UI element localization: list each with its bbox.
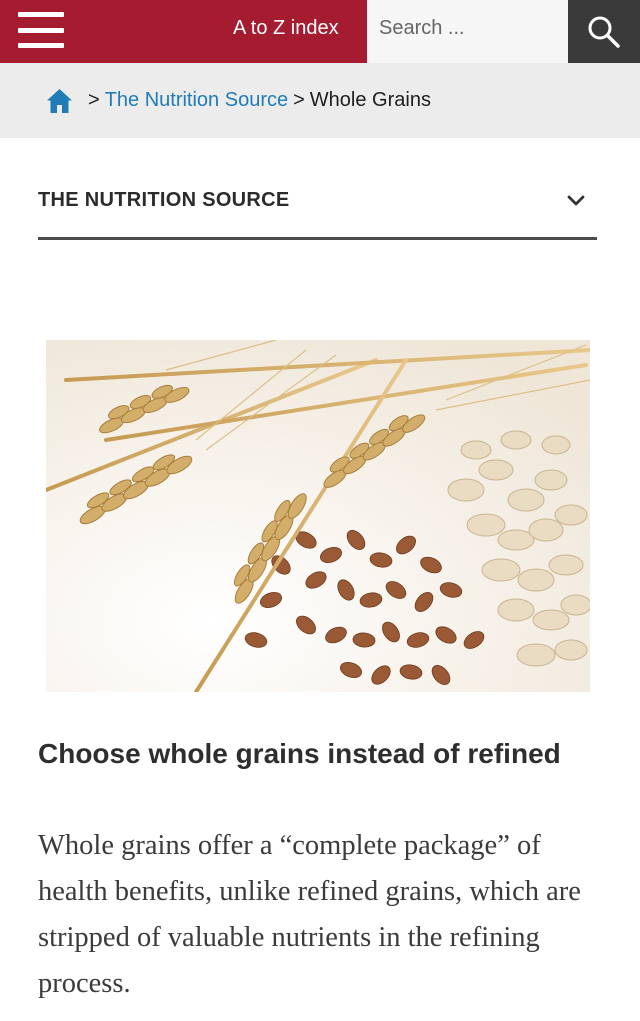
content-heading: Choose whole grains instead of refined (38, 738, 561, 769)
top-bar: A to Z index (0, 0, 640, 63)
whole-grains-image (46, 340, 590, 692)
breadcrumb-link-nutrition-source[interactable]: The Nutrition Source (105, 89, 288, 112)
chevron-down-icon (567, 195, 585, 205)
home-icon[interactable] (46, 88, 73, 114)
search-icon (588, 16, 620, 48)
breadcrumb-separator: > (88, 89, 100, 111)
content-paragraph: Whole grains offer a “complete package” … (38, 830, 581, 999)
search-input[interactable] (367, 0, 568, 63)
section-title: THE NUTRITION SOURCE (38, 189, 290, 211)
a-to-z-index-link[interactable]: A to Z index (233, 0, 339, 63)
section-menu-toggle[interactable]: THE NUTRITION SOURCE (38, 180, 597, 240)
breadcrumb-current: Whole Grains (309, 89, 431, 111)
breadcrumb-separator: > (293, 89, 305, 111)
search-button[interactable] (568, 0, 640, 63)
hamburger-menu-icon[interactable] (18, 10, 64, 50)
breadcrumb: > The Nutrition Source > Whole Grains (0, 63, 640, 138)
